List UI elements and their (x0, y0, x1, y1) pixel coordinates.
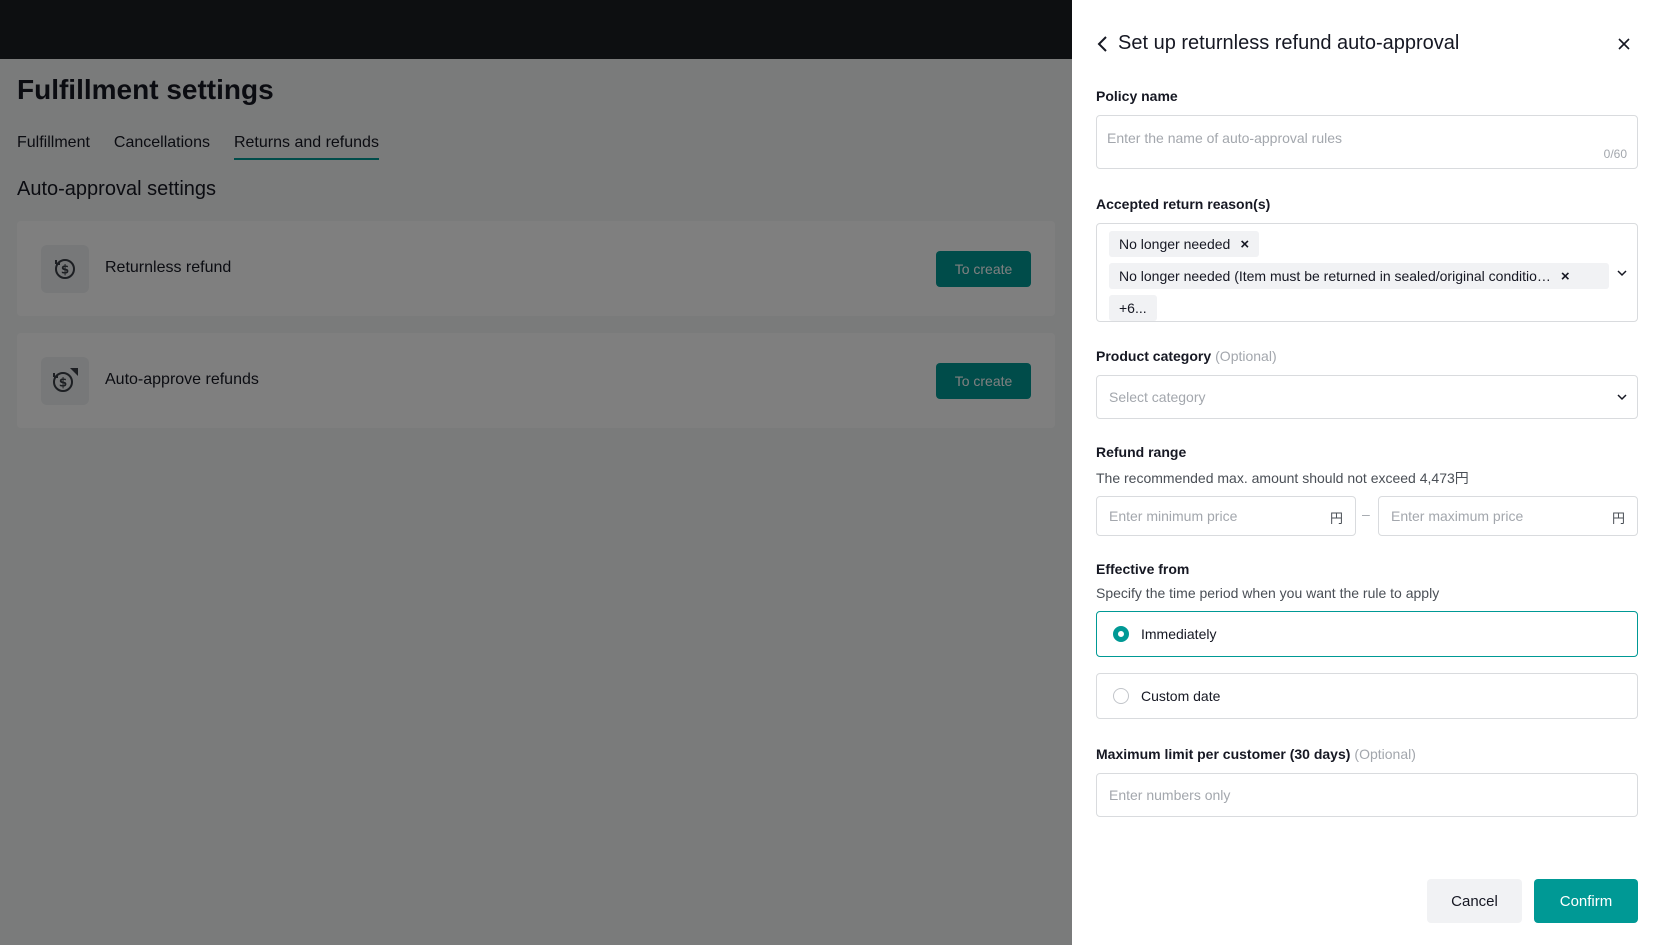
refund-range-helper: The recommended max. amount should not e… (1096, 470, 1469, 486)
maximum-price-input[interactable]: Enter maximum price 円 (1378, 496, 1638, 536)
effective-from-label: Effective from (1096, 561, 1190, 577)
policy-name-input[interactable]: Enter the name of auto-approval rules 0/… (1096, 115, 1638, 169)
policy-name-placeholder: Enter the name of auto-approval rules (1107, 130, 1343, 146)
remove-tag-icon[interactable]: × (1561, 268, 1570, 285)
radio-label: Custom date (1141, 688, 1221, 704)
chevron-down-icon[interactable] (1615, 266, 1629, 280)
reason-tag: No longer needed (Item must be returned … (1109, 263, 1609, 289)
more-tags-badge[interactable]: +6... (1109, 295, 1157, 321)
minimum-price-placeholder: Enter minimum price (1109, 508, 1238, 524)
product-category-label: Product category (Optional) (1096, 348, 1277, 364)
reason-tag-text: No longer needed (Item must be returned … (1119, 268, 1551, 284)
refund-range-label: Refund range (1096, 444, 1187, 460)
return-reasons-label: Accepted return reason(s) (1096, 196, 1271, 212)
currency-yen-icon: 円 (1329, 511, 1343, 526)
radio-option-custom-date[interactable]: Custom date (1096, 673, 1638, 719)
category-placeholder: Select category (1109, 389, 1206, 405)
radio-label: Immediately (1141, 626, 1217, 642)
max-limit-input[interactable]: Enter numbers only (1096, 773, 1638, 817)
max-limit-label: Maximum limit per customer (30 days) (Opt… (1096, 746, 1416, 762)
close-icon[interactable] (1616, 36, 1632, 52)
drawer-title: Set up returnless refund auto-approval (1118, 32, 1460, 54)
currency-yen-icon: 円 (1611, 511, 1625, 526)
reason-tag-text: No longer needed (1119, 236, 1231, 252)
range-separator: – (1362, 506, 1370, 522)
remove-tag-icon[interactable]: × (1240, 236, 1249, 253)
radio-unselected-icon (1113, 688, 1129, 704)
radio-selected-icon (1113, 626, 1129, 642)
more-tags-text: +6... (1119, 300, 1147, 316)
minimum-price-input[interactable]: Enter minimum price 円 (1096, 496, 1356, 536)
policy-name-label: Policy name (1096, 88, 1178, 104)
category-select[interactable]: Select category (1096, 375, 1638, 419)
optional-tag: (Optional) (1354, 746, 1416, 762)
effective-from-helper: Specify the time period when you want th… (1096, 585, 1440, 601)
maximum-price-placeholder: Enter maximum price (1391, 508, 1524, 524)
back-chevron-icon[interactable] (1096, 35, 1110, 53)
reason-tag: No longer needed × (1109, 231, 1260, 257)
drawer-header: Set up returnless refund auto-approval (1096, 32, 1459, 55)
confirm-button[interactable]: Confirm (1534, 879, 1638, 923)
radio-option-immediately[interactable]: Immediately (1096, 611, 1638, 657)
character-counter: 0/60 (1603, 147, 1627, 161)
product-category-label-text: Product category (1096, 348, 1212, 364)
chevron-down-icon[interactable] (1615, 390, 1629, 404)
cancel-button[interactable]: Cancel (1427, 879, 1522, 923)
max-limit-placeholder: Enter numbers only (1109, 787, 1231, 803)
setup-drawer: Set up returnless refund auto-approval P… (1072, 0, 1662, 945)
max-limit-label-text: Maximum limit per customer (30 days) (1096, 746, 1351, 762)
optional-tag: (Optional) (1215, 348, 1277, 364)
return-reasons-select[interactable]: No longer needed × No longer needed (Ite… (1096, 223, 1638, 322)
